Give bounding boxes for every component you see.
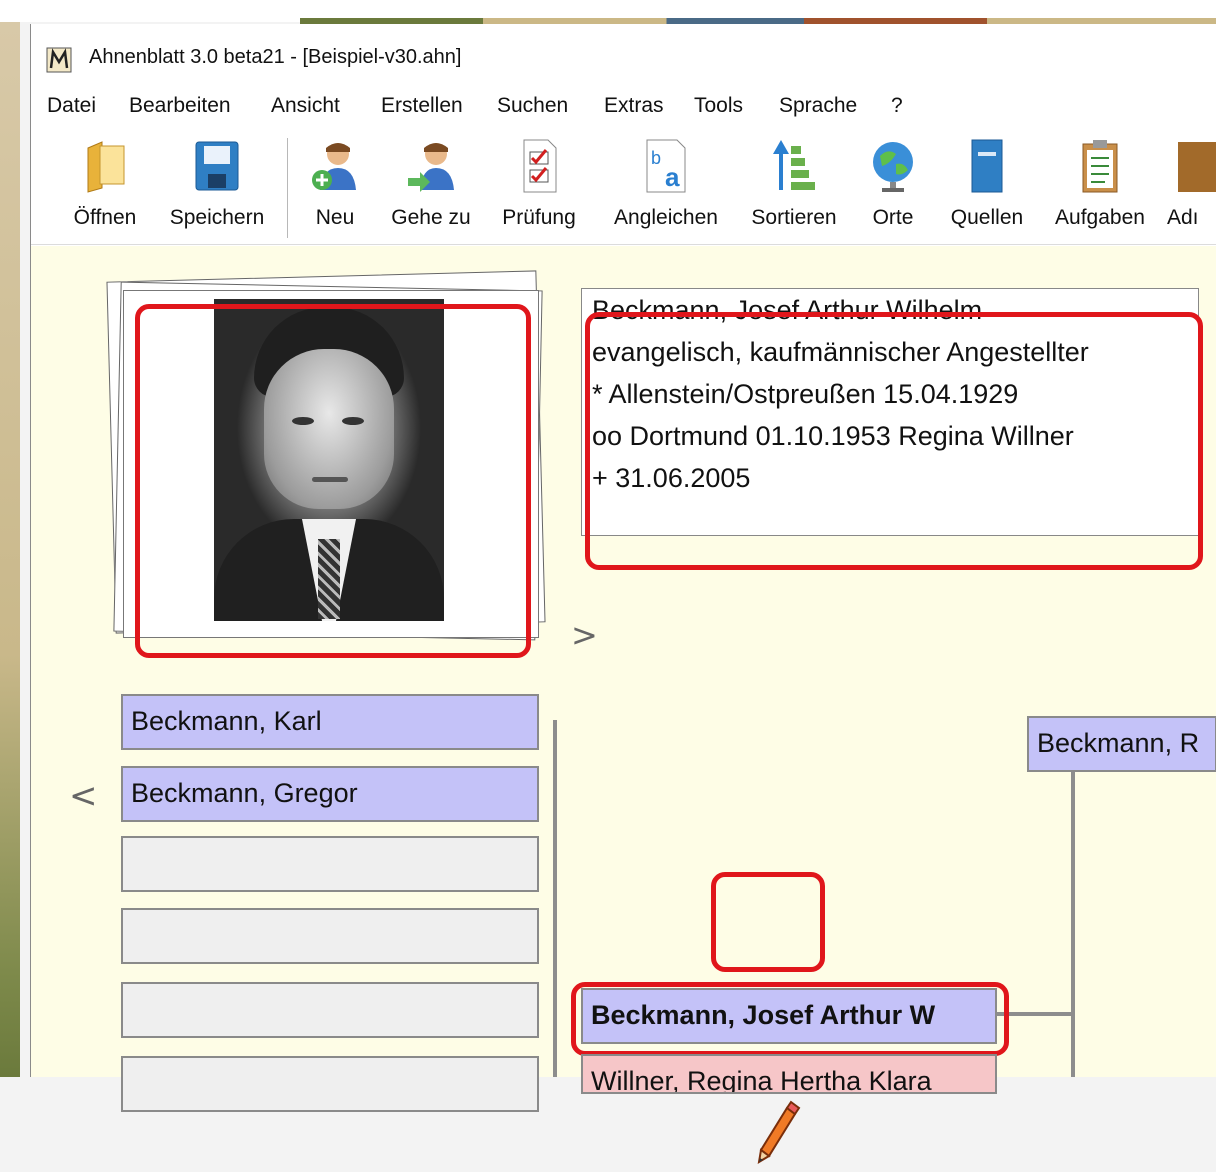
- new-person-button[interactable]: Neu: [303, 132, 367, 242]
- menu-erstellen[interactable]: Erstellen: [381, 94, 463, 118]
- spouse-box[interactable]: Willner, Regina Hertha Klara: [581, 1054, 997, 1094]
- address-button[interactable]: Adı: [1167, 132, 1216, 242]
- ahnenblatt-logo-icon: [45, 46, 73, 73]
- save-button[interactable]: Speichern: [161, 132, 273, 242]
- menu-help[interactable]: ?: [891, 94, 903, 118]
- toolbar: Öffnen Speichern Neu Gehe zu Prüfung b a…: [31, 132, 1216, 245]
- sort-icon: [769, 138, 819, 194]
- menu-bearbeiten[interactable]: Bearbeiten: [129, 94, 231, 118]
- sibling-connector: [553, 720, 557, 1077]
- svg-text:b: b: [651, 148, 661, 168]
- menu-datei[interactable]: Datei: [47, 94, 96, 118]
- places-label: Orte: [872, 206, 914, 229]
- checklist-icon: [514, 138, 564, 194]
- book-icon: [962, 138, 1012, 194]
- empty-sibling-box[interactable]: [121, 1056, 539, 1112]
- new-person-label: Neu: [315, 206, 355, 229]
- desktop-left: [0, 22, 20, 1077]
- empty-sibling-box[interactable]: [121, 982, 539, 1038]
- sibling-box[interactable]: Beckmann, Gregor: [121, 766, 539, 822]
- address-label: Adı: [1167, 206, 1199, 229]
- empty-sibling-box[interactable]: [121, 836, 539, 892]
- goto-label: Gehe zu: [391, 206, 471, 229]
- father-box[interactable]: Beckmann, R: [1027, 716, 1216, 772]
- sources-label: Quellen: [950, 206, 1024, 229]
- app-window: Ahnenblatt 3.0 beta21 - [Beispiel-v30.ah…: [30, 24, 1216, 1164]
- empty-sibling-box[interactable]: [121, 908, 539, 964]
- address-book-icon: [1178, 138, 1216, 194]
- open-label: Öffnen: [73, 206, 137, 229]
- menu-suchen[interactable]: Suchen: [497, 94, 568, 118]
- menu-ansicht[interactable]: Ansicht: [271, 94, 340, 118]
- ba-replace-icon: ba: [641, 138, 691, 194]
- folder-open-icon: [80, 138, 130, 194]
- goto-button[interactable]: Gehe zu: [383, 132, 479, 242]
- add-person-icon: [310, 138, 360, 194]
- tasks-button[interactable]: Aufgaben: [1045, 132, 1155, 242]
- window-title: Ahnenblatt 3.0 beta21 - [Beispiel-v30.ah…: [89, 46, 462, 68]
- prev-sibling-button[interactable]: <: [69, 776, 98, 816]
- save-label: Speichern: [169, 206, 265, 229]
- sort-label: Sortieren: [751, 206, 837, 229]
- check-button[interactable]: Prüfung: [493, 132, 585, 242]
- align-button[interactable]: ba Angleichen: [601, 132, 731, 242]
- family-view: Beckmann, Josef Arthur Wilhelm evangelis…: [31, 246, 1216, 1164]
- save-disk-icon: [192, 138, 242, 194]
- align-label: Angleichen: [614, 206, 718, 229]
- sort-button[interactable]: Sortieren: [745, 132, 843, 242]
- menu-sprache[interactable]: Sprache: [779, 94, 857, 118]
- pencil-highlight: [711, 872, 825, 972]
- check-label: Prüfung: [502, 206, 576, 229]
- photo-highlight: [135, 304, 531, 658]
- info-highlight: [585, 312, 1203, 570]
- sources-button[interactable]: Quellen: [939, 132, 1035, 242]
- edit-pencil-icon[interactable]: [733, 1094, 817, 1168]
- next-photo-button[interactable]: >: [571, 616, 598, 654]
- title-bar: Ahnenblatt 3.0 beta21 - [Beispiel-v30.ah…: [31, 24, 1216, 88]
- sibling-box[interactable]: Beckmann, Karl: [121, 694, 539, 750]
- goto-person-icon: [406, 138, 456, 194]
- tasks-label: Aufgaben: [1055, 206, 1145, 229]
- main-person-highlight: [571, 982, 1009, 1056]
- clipboard-tasks-icon: [1075, 138, 1125, 194]
- toolbar-separator: [287, 138, 288, 238]
- menu-tools[interactable]: Tools: [694, 94, 743, 118]
- menu-bar: Datei Bearbeiten Ansicht Erstellen Suche…: [31, 94, 1216, 124]
- parent-connector: [1071, 772, 1075, 1077]
- menu-extras[interactable]: Extras: [604, 94, 664, 118]
- globe-icon: [868, 138, 918, 194]
- svg-text:a: a: [665, 162, 680, 192]
- places-button[interactable]: Orte: [861, 132, 925, 242]
- open-button[interactable]: Öffnen: [65, 132, 145, 242]
